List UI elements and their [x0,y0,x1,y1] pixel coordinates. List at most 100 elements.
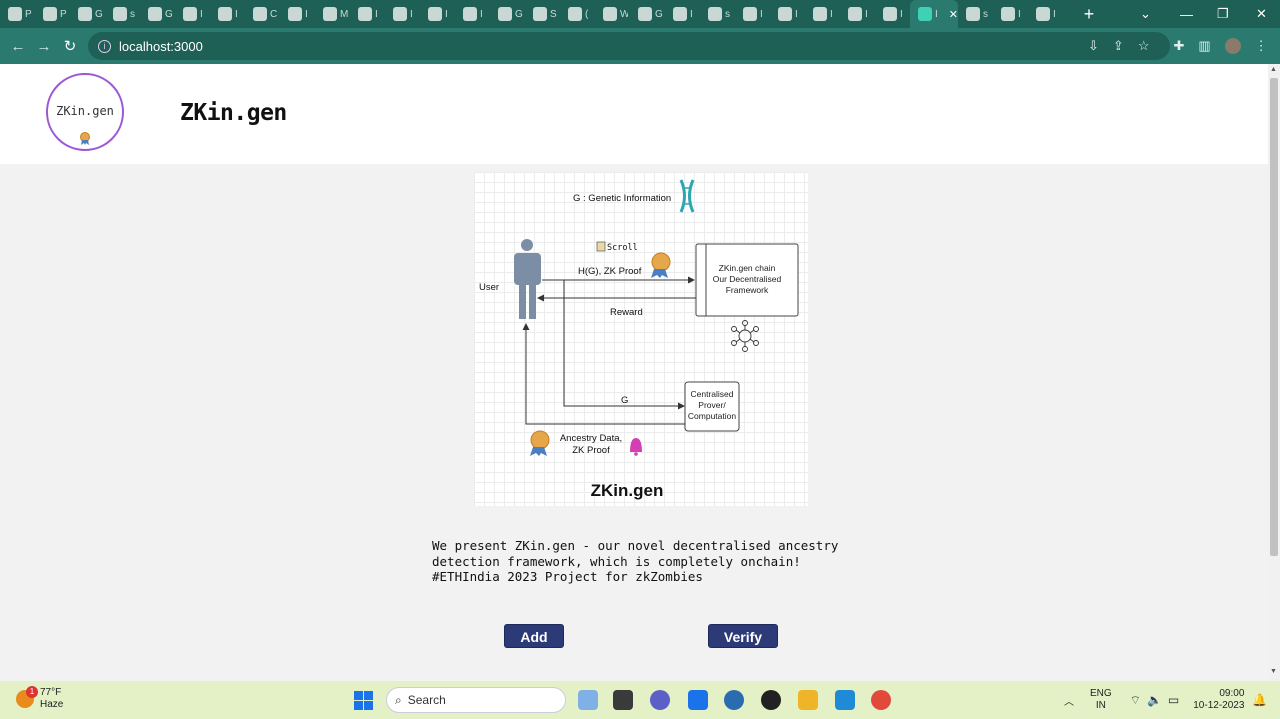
task-view-icon[interactable] [613,690,633,710]
scroll-down-icon[interactable]: ▼ [1270,668,1277,675]
vscode-icon[interactable] [835,690,855,710]
address-bar[interactable]: i localhost:3000 [88,32,1170,60]
browser-tab[interactable]: I [1028,0,1063,28]
browser-tab[interactable]: I [210,0,245,28]
close-tab-icon[interactable]: ✕ [949,8,958,21]
page-scrollbar[interactable]: ▲ ▼ [1268,64,1280,681]
active-tab[interactable]: I ✕ [910,0,958,28]
browser-tab[interactable]: P [35,0,70,28]
browser-tab[interactable]: I [735,0,770,28]
browser-tab[interactable]: G [490,0,525,28]
side-panel-icon[interactable]: ▥ [1198,38,1210,54]
browser-tab[interactable]: C [245,0,280,28]
edge-app-icon[interactable] [724,690,744,710]
architecture-diagram: G : Genetic Information Scroll User H(G)… [474,172,808,506]
tray-chevron-icon[interactable]: ︿ [1064,693,1074,708]
weather-temp: 77°F [40,687,62,698]
tab-favicon-icon [428,7,442,21]
tab-favicon-icon [1001,7,1015,21]
browser-tab[interactable]: P [0,0,35,28]
browser-tab[interactable]: W [595,0,630,28]
maximize-button[interactable]: ❐ [1217,0,1229,28]
close-window-button[interactable]: ✕ [1256,0,1267,28]
taskbar-search[interactable]: ⌕ Search [386,687,566,713]
tab-favicon-icon [78,7,92,21]
central-line-1: Centralised [691,389,734,399]
browser-tab[interactable]: I [280,0,315,28]
tab-title: I [830,8,833,20]
new-tab-button[interactable]: + [1077,4,1101,25]
browser-tab[interactable]: I [175,0,210,28]
browser-tab[interactable]: s [105,0,140,28]
browser-tab[interactable]: I [350,0,385,28]
clock[interactable]: 09:00 10-12-2023 [1193,688,1244,712]
browser-tab[interactable]: S [525,0,560,28]
browser-tab[interactable]: G [70,0,105,28]
site-info-icon[interactable]: i [98,39,111,53]
tab-title: I [760,8,763,20]
tab-list: P P Gs G I I C I M I I I I G S(W G Is I I I I I I ✕ s I I [0,0,1063,28]
extensions-puzzle-icon[interactable]: ✚ [1173,38,1184,54]
bookmark-star-icon[interactable]: ☆ [1138,38,1150,54]
menu-kebab-icon[interactable]: ⋮ [1255,38,1268,54]
tab-title: C [270,8,278,20]
browser-tab[interactable]: G [140,0,175,28]
add-button[interactable]: Add [504,624,564,648]
browser-tab[interactable]: I [665,0,700,28]
tab-favicon-icon [568,7,582,21]
tab-favicon-icon [848,7,862,21]
browser-tab[interactable]: s [958,0,993,28]
reward-label: Reward [610,307,643,318]
copilot-icon[interactable] [578,690,598,710]
minimize-button[interactable]: — [1180,0,1193,28]
browser-tab[interactable]: s [700,0,735,28]
scroll-up-icon[interactable]: ▲ [1270,66,1277,73]
scrollbar-thumb[interactable] [1270,78,1278,556]
volume-icon[interactable]: 🔈 [1147,693,1162,707]
language-indicator[interactable]: ENG IN [1090,688,1112,712]
bell-notification-icon [630,438,642,456]
diagram-title: ZKin.gen [591,481,664,500]
tab-strip: P P Gs G I I C I M I I I I G S(W G Is I I I I I I ✕ s I I + [0,0,1280,28]
start-button[interactable] [354,691,373,710]
forward-icon[interactable]: → [31,38,57,55]
tab-title: S [550,8,557,20]
browser-tab[interactable]: I [840,0,875,28]
browser-tab[interactable]: I [805,0,840,28]
tab-favicon-icon [813,7,827,21]
mail-icon[interactable] [688,690,708,710]
share-icon[interactable]: ⇪ [1113,38,1124,54]
wifi-icon[interactable]: ⌔ [1130,693,1141,708]
notification-bell-icon[interactable]: 🔔 [1252,693,1267,707]
proof-label: H(G), ZK Proof [578,266,642,277]
weather-widget[interactable]: 1 77°F Haze [16,686,63,711]
back-icon[interactable]: ← [5,38,31,55]
reload-icon[interactable]: ↻ [57,37,83,55]
tab-title: I [375,8,378,20]
tab-search-icon[interactable]: ⌄ [1140,0,1151,28]
install-app-icon[interactable]: ⇩ [1088,38,1099,54]
site-logo[interactable]: ZKin.gen [46,73,124,151]
search-placeholder: Search [407,693,446,707]
verify-button[interactable]: Verify [708,624,778,648]
browser-tab[interactable]: I [875,0,910,28]
tab-title: G [165,8,173,20]
browser-tab[interactable]: I [455,0,490,28]
tab-favicon-icon [218,7,232,21]
chrome-icon[interactable] [871,690,891,710]
tab-title: I [235,8,238,20]
battery-icon[interactable]: ▭ [1168,693,1179,707]
browser-tab[interactable]: I [385,0,420,28]
browser-tab[interactable]: M [315,0,350,28]
teams-chat-icon[interactable] [650,690,670,710]
browser-tab[interactable]: I [993,0,1028,28]
browser-tab[interactable]: I [420,0,455,28]
profile-avatar[interactable] [1224,38,1241,54]
tab-favicon-icon [533,7,547,21]
weather-sun-icon: 1 [16,686,38,708]
browser-tab[interactable]: I [770,0,805,28]
file-explorer-icon[interactable] [798,690,818,710]
browser-tab[interactable]: G [630,0,665,28]
dell-icon[interactable] [761,690,781,710]
browser-tab[interactable]: ( [560,0,595,28]
